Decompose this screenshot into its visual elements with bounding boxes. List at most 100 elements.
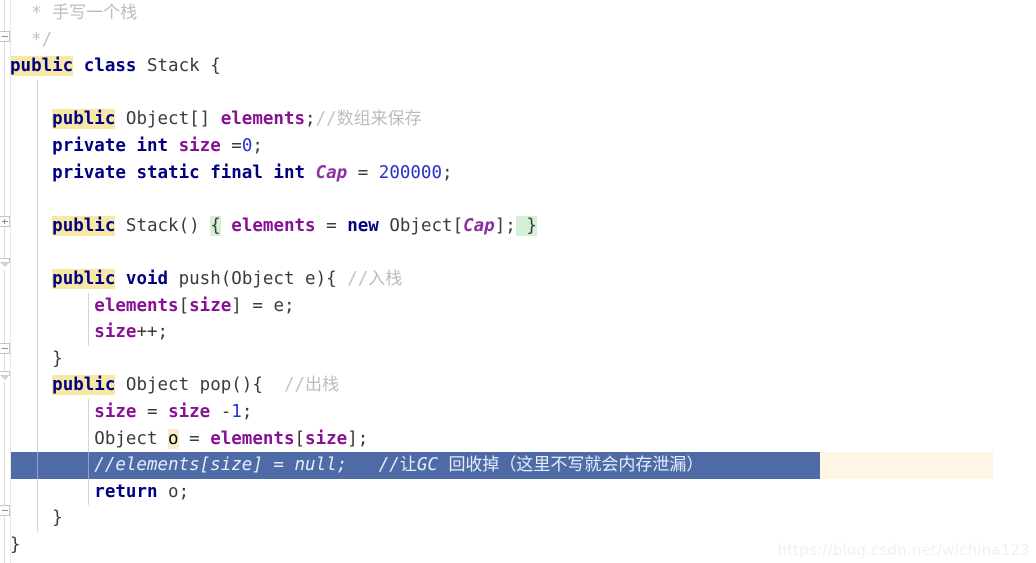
fold-minus-icon <box>2 348 8 349</box>
code-token: 数组来保存 <box>336 109 422 130</box>
indent-guide <box>37 505 38 532</box>
line-pop-read[interactable]: Object o = elements[size]; <box>0 425 1036 453</box>
line-pop-decrement[interactable]: size = size -1; <box>0 399 1036 426</box>
code-token: // <box>283 375 306 396</box>
line-field-cap[interactable]: private static final int Cap = 200000; <box>0 159 1036 187</box>
code-token: push(Object e){ <box>168 269 348 289</box>
code-token: public <box>10 56 74 77</box>
line-blank-2[interactable] <box>0 186 1036 213</box>
fold-region-line-3 <box>4 270 5 345</box>
watermark-url: https://blog.csdn.net/wlchina123 <box>777 541 1030 559</box>
indent-guide <box>37 212 38 240</box>
fold-marker-pop-region[interactable] <box>0 371 10 380</box>
code-token: - <box>210 402 232 422</box>
code-token: o; <box>157 481 190 502</box>
code-token: size <box>189 295 232 316</box>
fold-gutter[interactable] <box>0 0 11 563</box>
fold-marker-doc-comment-end[interactable] <box>0 31 10 42</box>
code-token: size <box>94 322 137 343</box>
indent-guide <box>37 133 38 160</box>
indent-guide <box>37 452 38 479</box>
code-token: GC <box>416 455 449 476</box>
line-field-size[interactable]: private int size =0; <box>0 133 1036 160</box>
indent-guide <box>37 239 38 266</box>
code-editor[interactable]: * 手写一个栈 */ public class Stack { public Ob… <box>0 0 1036 563</box>
fold-minus-icon <box>2 510 8 511</box>
indent-guide <box>37 186 38 213</box>
code-token: private static final int <box>52 162 316 183</box>
line-pop-null-comment[interactable]: //elements[size] = null; //让GC 回收掉（这里不写就… <box>0 452 1036 479</box>
fold-region-line-2 <box>4 227 5 260</box>
fold-marker-constructor[interactable] <box>0 216 10 227</box>
code-token: 200000 <box>378 162 442 183</box>
code-token: ]; <box>494 215 516 236</box>
code-token: public <box>52 215 116 236</box>
code-token: Cap <box>315 162 348 183</box>
code-token: class <box>83 56 137 77</box>
code-token: Object pop(){ <box>115 375 284 396</box>
indent-guide <box>37 266 38 293</box>
indent-guide <box>37 372 38 399</box>
line-doc-comment-text[interactable]: * 手写一个栈 <box>0 0 1036 27</box>
line-pop-return[interactable]: return o; <box>0 478 1036 506</box>
code-token: 入栈 <box>368 269 403 289</box>
code-token: Object[] <box>115 109 221 130</box>
code-token: */ <box>10 29 53 50</box>
code-token: o <box>168 428 179 449</box>
line-push-signature[interactable]: public void push(Object e){ //入栈 <box>0 266 1036 293</box>
code-token: elements <box>231 215 316 236</box>
code-token: ++; <box>136 322 169 343</box>
code-token: = <box>178 428 211 449</box>
fold-region-line-6 <box>4 516 5 563</box>
code-token: Stack() <box>115 215 211 236</box>
line-constructor[interactable]: public Stack() { elements = new Object[C… <box>0 212 1036 240</box>
code-token: 回收掉（这里不写就会内存泄漏） <box>448 455 704 476</box>
line-blank-1[interactable] <box>0 79 1036 107</box>
code-token: = <box>136 402 169 422</box>
code-token: ; <box>241 402 253 422</box>
line-class-decl[interactable]: public class Stack { <box>0 53 1036 80</box>
code-token: * <box>10 3 53 23</box>
indent-guide <box>37 319 38 346</box>
indent-guide <box>37 106 38 133</box>
indent-guide <box>37 345 38 373</box>
line-doc-comment-end[interactable]: */ <box>0 27 1036 54</box>
code-token: size <box>168 402 211 422</box>
line-field-elements[interactable]: public Object[] elements;//数组来保存 <box>0 106 1036 133</box>
code-token: public <box>52 109 116 130</box>
fold-plus-icon <box>4 219 5 224</box>
code-token: = <box>220 136 242 156</box>
line-push-close[interactable]: } <box>0 345 1036 373</box>
indent-guide <box>37 399 38 426</box>
fold-marker-pop-end[interactable] <box>0 505 10 516</box>
fold-marker-push-method[interactable] <box>0 343 10 354</box>
line-pop-signature[interactable]: public Object pop(){ //出栈 <box>0 372 1036 399</box>
code-token: 0 <box>241 136 253 156</box>
code-token: elements <box>220 109 306 130</box>
code-token: // <box>315 109 337 130</box>
code-token: [ <box>178 295 190 316</box>
line-push-assign[interactable]: elements[size] = e; <box>0 292 1036 320</box>
code-token: size <box>178 136 221 156</box>
code-token: [ <box>294 428 306 449</box>
fold-region-line-1 <box>4 42 5 218</box>
code-content[interactable]: * 手写一个栈 */ public class Stack { public Ob… <box>0 0 1036 563</box>
code-token: Object[ <box>378 215 464 236</box>
line-blank-3[interactable] <box>0 239 1036 266</box>
indent-guide <box>88 478 89 506</box>
line-push-increment[interactable]: size++; <box>0 319 1036 346</box>
fold-marker-push-end[interactable] <box>0 258 10 267</box>
code-token: { <box>210 215 221 236</box>
code-token: } <box>515 215 537 236</box>
code-token: 出栈 <box>305 375 340 396</box>
line-pop-close[interactable]: } <box>0 505 1036 532</box>
indent-guide <box>37 292 38 320</box>
